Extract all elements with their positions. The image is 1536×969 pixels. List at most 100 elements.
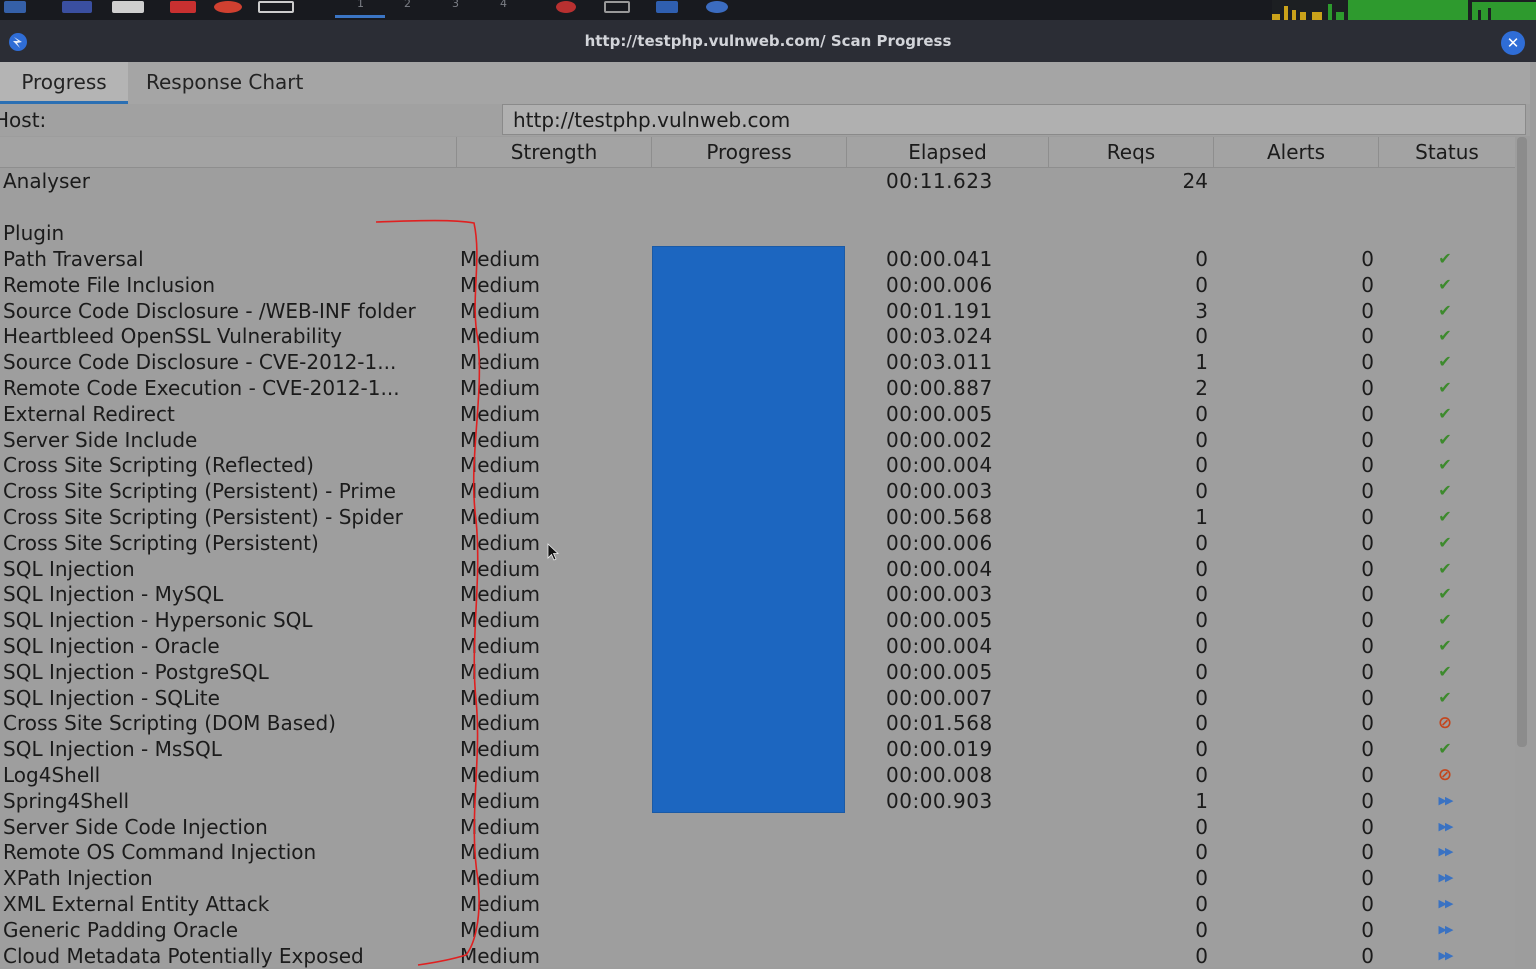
plugin-elapsed: 00:00.568 xyxy=(886,505,993,529)
vertical-scrollbar[interactable] xyxy=(1517,137,1527,747)
checkmark-icon: ✔ xyxy=(1438,739,1452,758)
plugin-strength: Medium xyxy=(460,557,540,581)
plugin-name: Path Traversal xyxy=(3,247,144,271)
plugin-name: SQL Injection - MsSQL xyxy=(3,737,222,761)
plugin-name: XPath Injection xyxy=(3,866,153,890)
close-window-button[interactable]: ✕ xyxy=(1501,31,1525,55)
plugin-elapsed: 00:00.006 xyxy=(886,531,993,555)
plugin-reqs: 0 xyxy=(1195,840,1208,864)
os-top-panel: 1 2 3 4 xyxy=(0,0,1536,20)
plugin-name: Remote File Inclusion xyxy=(3,273,216,297)
files-icon[interactable] xyxy=(112,1,144,13)
column-header-reqs[interactable]: Reqs xyxy=(1048,137,1213,167)
fast-forward-icon: ▶▶ xyxy=(1438,949,1454,962)
workspace-2[interactable]: 2 xyxy=(404,0,411,10)
plugin-elapsed: 00:00.003 xyxy=(886,479,993,503)
plugin-alerts: 0 xyxy=(1361,376,1374,400)
close-icon: ✕ xyxy=(1506,34,1520,52)
plugin-name: XML External Entity Attack xyxy=(3,892,270,916)
tab-bar: Progress Response Chart xyxy=(0,62,1530,105)
plugin-reqs: 2 xyxy=(1195,376,1208,400)
plugin-strength: Medium xyxy=(460,479,540,503)
column-header-status[interactable]: Status xyxy=(1378,137,1515,167)
plugin-alerts: 0 xyxy=(1361,402,1374,426)
plugin-reqs: 0 xyxy=(1195,866,1208,890)
plugin-name: Cross Site Scripting (Persistent) - Spid… xyxy=(3,505,403,529)
checkmark-icon: ✔ xyxy=(1438,688,1452,707)
plugin-name: Log4Shell xyxy=(3,763,101,787)
plugin-strength: Medium xyxy=(460,453,540,477)
plugin-strength: Medium xyxy=(460,402,540,426)
app-tray-icon[interactable] xyxy=(604,1,630,13)
plugin-reqs: 0 xyxy=(1195,582,1208,606)
app-tray-icon[interactable] xyxy=(706,1,728,13)
plugin-alerts: 0 xyxy=(1361,428,1374,452)
editor-icon[interactable] xyxy=(170,1,196,13)
host-row: Host: http://testphp.vulnweb.com xyxy=(0,104,1530,136)
column-header-strength[interactable]: Strength xyxy=(456,137,651,167)
plugin-strength: Medium xyxy=(460,763,540,787)
tab-progress[interactable]: Progress xyxy=(0,62,128,104)
plugin-alerts: 0 xyxy=(1361,453,1374,477)
checkmark-icon: ✔ xyxy=(1438,610,1452,629)
plugin-reqs: 0 xyxy=(1195,557,1208,581)
plugin-reqs: 1 xyxy=(1195,789,1208,813)
column-header-alerts[interactable]: Alerts xyxy=(1213,137,1378,167)
checkmark-icon: ✔ xyxy=(1438,636,1452,655)
plugin-reqs: 1 xyxy=(1195,350,1208,374)
plugin-elapsed: 00:00.008 xyxy=(886,763,993,787)
plugin-reqs: 1 xyxy=(1195,505,1208,529)
plugin-elapsed: 00:00.005 xyxy=(886,402,993,426)
workspace-3[interactable]: 3 xyxy=(452,0,459,10)
plugin-strength: Medium xyxy=(460,944,540,968)
checkmark-icon: ✔ xyxy=(1438,249,1452,268)
checkmark-icon: ✔ xyxy=(1438,455,1452,474)
plugin-strength: Medium xyxy=(460,892,540,916)
analyser-elapsed: 00:11.623 xyxy=(886,169,993,193)
plugin-strength: Medium xyxy=(460,634,540,658)
plugin-elapsed: 00:00.003 xyxy=(886,582,993,606)
plugin-reqs: 0 xyxy=(1195,453,1208,477)
plugin-alerts: 0 xyxy=(1361,634,1374,658)
workspace-1[interactable]: 1 xyxy=(357,0,364,10)
plugin-alerts: 0 xyxy=(1361,944,1374,968)
plugin-strength: Medium xyxy=(460,608,540,632)
app-tray-icon[interactable] xyxy=(656,1,678,13)
plugin-reqs: 0 xyxy=(1195,737,1208,761)
tab-response-chart[interactable]: Response Chart xyxy=(146,62,303,104)
workspace-4[interactable]: 4 xyxy=(500,0,507,10)
column-header-elapsed[interactable]: Elapsed xyxy=(846,137,1048,167)
plugin-name: Cross Site Scripting (Persistent) - Prim… xyxy=(3,479,396,503)
plugin-reqs: 0 xyxy=(1195,247,1208,271)
plugin-elapsed: 00:00.903 xyxy=(886,789,993,813)
plugin-strength: Medium xyxy=(460,505,540,529)
plugin-strength: Medium xyxy=(460,686,540,710)
plugin-elapsed: 00:00.005 xyxy=(886,660,993,684)
launcher-icon[interactable] xyxy=(4,1,26,13)
terminal-icon[interactable] xyxy=(62,1,92,13)
plugin-elapsed: 00:03.024 xyxy=(886,324,993,348)
window-icon[interactable] xyxy=(258,1,294,13)
app-tray-icon[interactable] xyxy=(556,1,576,13)
column-header-progress[interactable]: Progress xyxy=(651,137,846,167)
plugin-strength: Medium xyxy=(460,840,540,864)
plugin-alerts: 0 xyxy=(1361,582,1374,606)
plugin-alerts: 0 xyxy=(1361,711,1374,735)
browser-icon[interactable] xyxy=(214,1,242,13)
checkmark-icon: ✔ xyxy=(1438,404,1452,423)
host-label: Host: xyxy=(0,108,47,132)
plugin-strength: Medium xyxy=(460,815,540,839)
plugin-name: SQL Injection xyxy=(3,557,135,581)
plugin-strength: Medium xyxy=(460,737,540,761)
plugin-strength: Medium xyxy=(460,376,540,400)
plugin-reqs: 0 xyxy=(1195,428,1208,452)
plugin-reqs: 0 xyxy=(1195,711,1208,735)
plugin-name: External Redirect xyxy=(3,402,175,426)
host-field[interactable]: http://testphp.vulnweb.com xyxy=(502,104,1526,135)
plugin-name: Source Code Disclosure - /WEB-INF folder xyxy=(3,299,416,323)
plugin-name: SQL Injection - PostgreSQL xyxy=(3,660,269,684)
plugin-alerts: 0 xyxy=(1361,763,1374,787)
plugin-elapsed: 00:00.887 xyxy=(886,376,993,400)
plugin-reqs: 0 xyxy=(1195,944,1208,968)
scan-progress-table: Analyser 00:11.623 24 Plugin Path Traver… xyxy=(0,168,1515,968)
